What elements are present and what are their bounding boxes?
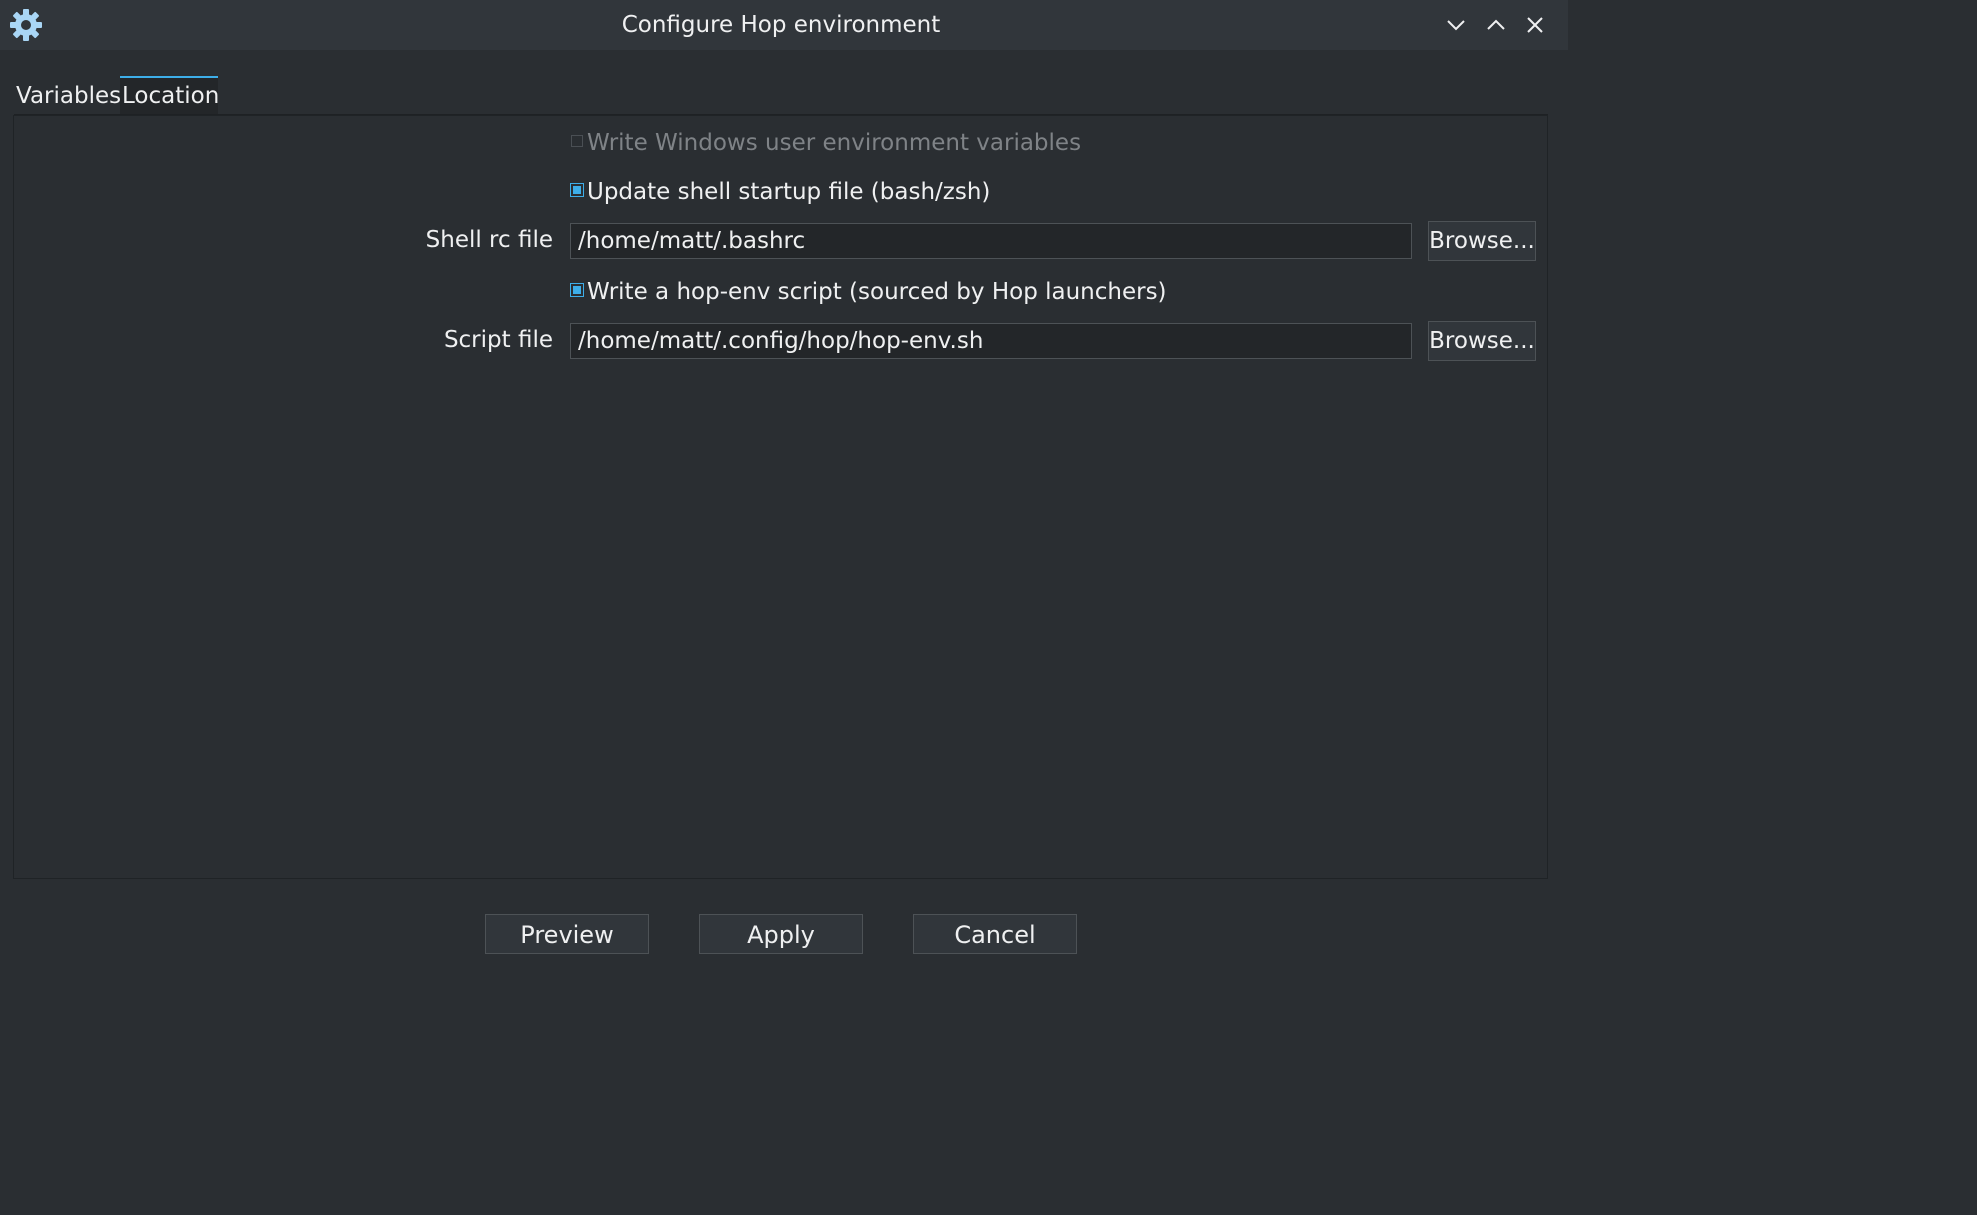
- hop-env-option[interactable]: Write a hop-env script (sourced by Hop l…: [570, 277, 1167, 307]
- apply-button[interactable]: Apply: [699, 914, 863, 954]
- script-file-browse-button[interactable]: Browse...: [1428, 321, 1536, 361]
- windows-vars-checkbox: [571, 135, 583, 147]
- shell-startup-label[interactable]: Update shell startup file (bash/zsh): [587, 179, 990, 205]
- tab-location[interactable]: Location: [120, 76, 219, 114]
- maximize-button[interactable]: [1481, 10, 1511, 40]
- minimize-icon: [1447, 20, 1465, 31]
- close-icon: [1527, 17, 1543, 33]
- cancel-button[interactable]: Cancel: [913, 914, 1077, 954]
- script-file-label: Script file: [443, 327, 553, 353]
- shell-startup-checkbox[interactable]: [570, 183, 584, 197]
- hop-env-label[interactable]: Write a hop-env script (sourced by Hop l…: [587, 279, 1167, 305]
- shell-rc-label: Shell rc file: [425, 227, 553, 253]
- title-bar: Configure Hop environment: [0, 0, 1568, 50]
- windows-vars-label: Write Windows user environment variables: [587, 130, 1082, 156]
- preview-button[interactable]: Preview: [485, 914, 649, 954]
- hop-env-checkbox[interactable]: [570, 283, 584, 297]
- minimize-button[interactable]: [1441, 10, 1471, 40]
- shell-startup-option[interactable]: Update shell startup file (bash/zsh): [570, 177, 990, 207]
- close-button[interactable]: [1520, 10, 1550, 40]
- shell-rc-browse-button[interactable]: Browse...: [1428, 221, 1536, 261]
- windows-vars-option: Write Windows user environment variables: [571, 128, 1081, 158]
- tab-bar: Variables Location: [14, 76, 1548, 115]
- tab-variables[interactable]: Variables: [14, 76, 123, 114]
- maximize-icon: [1487, 19, 1505, 30]
- window-title: Configure Hop environment: [621, 12, 941, 38]
- shell-rc-field[interactable]: /home/matt/.bashrc: [570, 223, 1412, 259]
- script-file-field[interactable]: /home/matt/.config/hop/hop-env.sh: [570, 323, 1412, 359]
